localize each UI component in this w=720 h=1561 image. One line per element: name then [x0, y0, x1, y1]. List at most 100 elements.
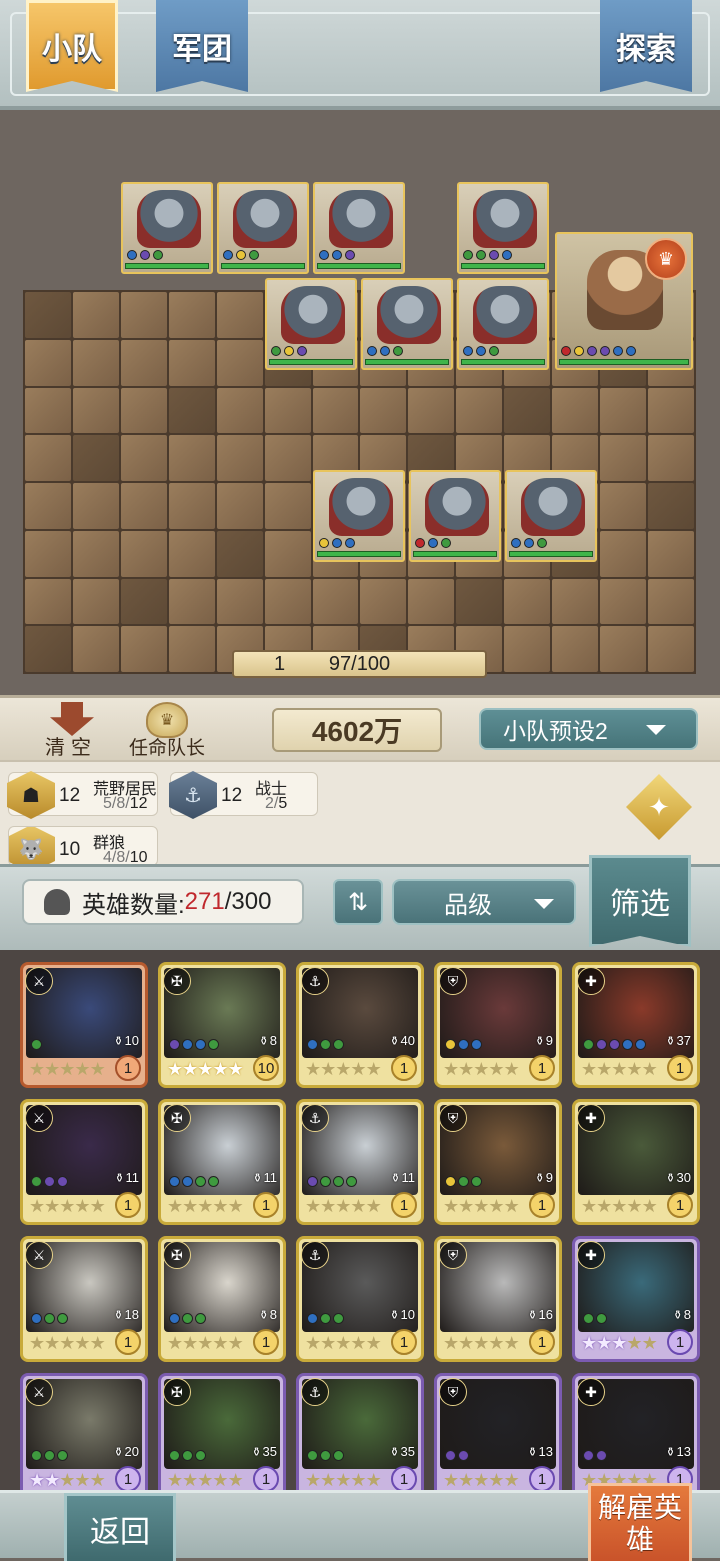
hero-card[interactable]: ⛨13★★★★★1 — [434, 1373, 562, 1490]
board-cell[interactable] — [312, 387, 359, 434]
tab-squad[interactable]: 小队 — [26, 0, 118, 92]
hero-card[interactable]: ⚓40★★★★★1 — [296, 962, 424, 1088]
board-cell[interactable] — [216, 530, 263, 577]
board-cell[interactable] — [72, 530, 119, 577]
hero-card[interactable]: ✚8★★★★★1 — [572, 1236, 700, 1362]
board-cell[interactable] — [312, 578, 359, 625]
board-cell[interactable] — [648, 387, 694, 434]
board-cell[interactable] — [600, 626, 647, 672]
board-cell[interactable] — [216, 578, 263, 625]
hero-card[interactable]: ⚓10★★★★★1 — [296, 1236, 424, 1362]
board-cell[interactable] — [456, 578, 503, 625]
board-cell[interactable] — [168, 435, 215, 481]
board-cell[interactable] — [120, 339, 167, 386]
hero-card[interactable]: ⚓35★★★★★1 — [296, 1373, 424, 1490]
board-cell[interactable] — [120, 387, 167, 434]
board-cell[interactable] — [168, 339, 215, 386]
board-cell[interactable] — [72, 339, 119, 386]
board-cell[interactable] — [648, 483, 694, 529]
board-cell[interactable] — [216, 387, 263, 434]
board-cell[interactable] — [408, 387, 455, 434]
clear-button[interactable]: 清空 — [38, 702, 104, 760]
board-cell[interactable] — [264, 435, 311, 481]
board-cell[interactable] — [25, 435, 71, 481]
synergy-warrior[interactable]: ⚓ 12 战士 2/5 — [169, 771, 318, 819]
board-cell[interactable] — [120, 530, 167, 577]
wolf-unit[interactable] — [505, 470, 597, 562]
board-cell[interactable] — [648, 435, 694, 481]
hero-card[interactable]: ⛨16★★★★★1 — [434, 1236, 562, 1362]
wolf-unit[interactable] — [265, 278, 357, 370]
board-cell[interactable] — [600, 530, 647, 577]
grade-dropdown[interactable]: 品级 — [392, 879, 576, 925]
board-cell[interactable] — [408, 578, 455, 625]
board-cell[interactable] — [648, 578, 694, 625]
board-cell[interactable] — [504, 626, 551, 672]
hero-card[interactable]: ⚔11★★★★★1 — [20, 1099, 148, 1225]
board-cell[interactable] — [168, 626, 215, 672]
tab-legion[interactable]: 军团 — [156, 0, 248, 92]
squad-preset-dropdown[interactable]: 小队预设2 — [479, 708, 698, 750]
captain-unit[interactable]: ♛ — [555, 232, 693, 370]
tab-explore[interactable]: 探索 — [600, 0, 692, 92]
board-cell[interactable] — [25, 578, 71, 625]
appoint-captain-button[interactable]: ♛ 任命队长 — [118, 700, 216, 760]
board-cell[interactable] — [648, 626, 694, 672]
board-cell[interactable] — [264, 483, 311, 529]
board-cell[interactable] — [25, 530, 71, 577]
board-cell[interactable] — [168, 530, 215, 577]
board-cell[interactable] — [120, 483, 167, 529]
wolf-unit[interactable] — [217, 182, 309, 274]
board-cell[interactable] — [552, 387, 599, 434]
synergy-expand-icon[interactable]: ✦ — [626, 774, 692, 840]
board-cell[interactable] — [72, 626, 119, 672]
board-cell[interactable] — [360, 387, 407, 434]
board-cell[interactable] — [25, 292, 71, 338]
hero-card[interactable]: ⛨9★★★★★1 — [434, 1099, 562, 1225]
wolf-unit[interactable] — [121, 182, 213, 274]
board-cell[interactable] — [168, 292, 215, 338]
board-cell[interactable] — [25, 483, 71, 529]
board-cell[interactable] — [72, 292, 119, 338]
board-cell[interactable] — [72, 387, 119, 434]
board-cell[interactable] — [600, 435, 647, 481]
board-cell[interactable] — [120, 578, 167, 625]
hero-card[interactable]: ✠11★★★★★1 — [158, 1099, 286, 1225]
hero-card[interactable]: ⚔18★★★★★1 — [20, 1236, 148, 1362]
hero-card[interactable]: ✚30★★★★★1 — [572, 1099, 700, 1225]
board-cell[interactable] — [25, 387, 71, 434]
board-cell[interactable] — [552, 578, 599, 625]
wolf-unit[interactable] — [361, 278, 453, 370]
filter-button[interactable]: 筛选 — [589, 855, 691, 947]
board-cell[interactable] — [264, 530, 311, 577]
board-cell[interactable] — [600, 387, 647, 434]
board-cell[interactable] — [72, 483, 119, 529]
board-cell[interactable] — [216, 483, 263, 529]
hero-card[interactable]: ⚔10★★★★★1 — [20, 962, 148, 1088]
hero-card[interactable]: ⚓11★★★★★1 — [296, 1099, 424, 1225]
board-cell[interactable] — [600, 483, 647, 529]
board-cell[interactable] — [72, 435, 119, 481]
board-cell[interactable] — [264, 387, 311, 434]
back-button[interactable]: 返回 — [64, 1493, 176, 1561]
board-cell[interactable] — [120, 292, 167, 338]
board-cell[interactable] — [25, 339, 71, 386]
board-cell[interactable] — [360, 578, 407, 625]
board-cell[interactable] — [504, 578, 551, 625]
board-cell[interactable] — [168, 483, 215, 529]
dismiss-hero-button[interactable]: 解雇英雄 — [588, 1483, 692, 1561]
hero-card[interactable]: ⛨9★★★★★1 — [434, 962, 562, 1088]
hero-card[interactable]: ⚔20★★★★★1 — [20, 1373, 148, 1490]
synergy-wolfpack[interactable]: 🐺 10 群狼 4/8/10 — [8, 826, 158, 866]
wolf-unit[interactable] — [313, 470, 405, 562]
board-cell[interactable] — [456, 387, 503, 434]
board-cell[interactable] — [72, 578, 119, 625]
sort-button[interactable]: ⇅ — [333, 879, 383, 925]
board-cell[interactable] — [216, 339, 263, 386]
wolf-unit[interactable] — [313, 182, 405, 274]
board-cell[interactable] — [168, 578, 215, 625]
wolf-unit[interactable] — [457, 182, 549, 274]
board-cell[interactable] — [504, 387, 551, 434]
wolf-unit[interactable] — [457, 278, 549, 370]
board-cell[interactable] — [648, 530, 694, 577]
